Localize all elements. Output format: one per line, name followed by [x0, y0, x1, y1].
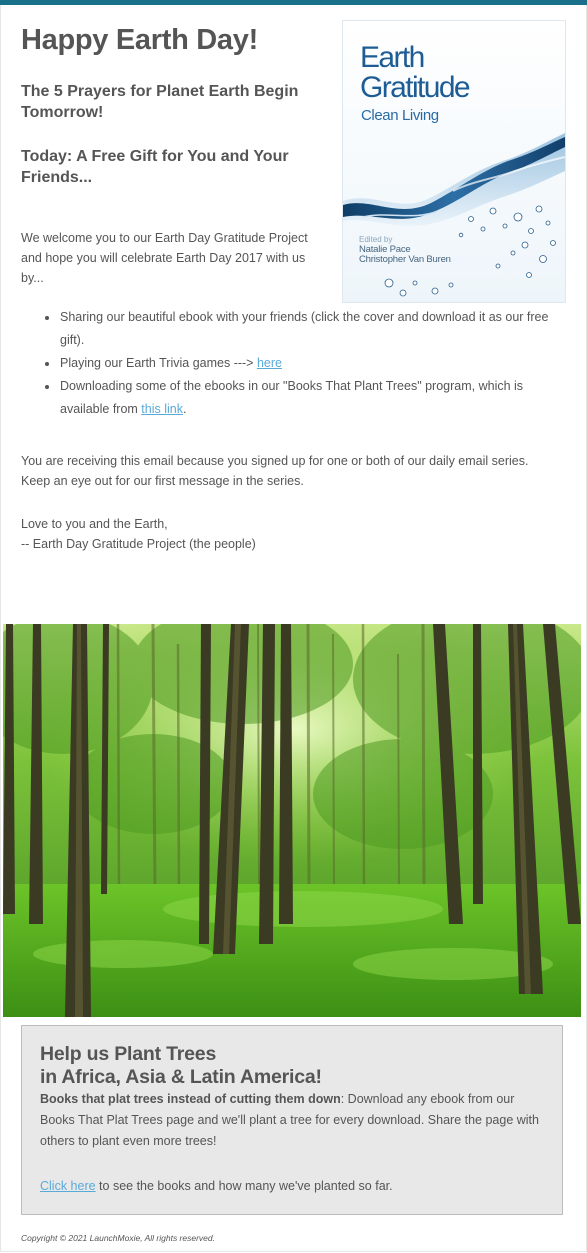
- signature-line-2: -- Earth Day Gratitude Project (the peop…: [21, 537, 256, 551]
- cover-edited-by: Edited by: [359, 235, 393, 244]
- list-item: Playing our Earth Trivia games ---> here: [59, 352, 561, 375]
- list-item-text: Downloading some of the ebooks in our "B…: [60, 379, 524, 416]
- action-list: Sharing our beautiful ebook with your fr…: [21, 306, 561, 421]
- list-item-text: Playing our Earth Trivia games --->: [60, 356, 257, 370]
- list-item-text: Sharing our beautiful ebook with your fr…: [60, 310, 549, 347]
- cover-author-2: Christopher Van Buren: [359, 254, 451, 265]
- list-item: Downloading some of the ebooks in our "B…: [59, 375, 561, 421]
- plant-trees-heading: Help us Plant Trees in Africa, Asia & La…: [40, 1043, 322, 1089]
- plant-trees-cta: Click here to see the books and how many…: [40, 1176, 552, 1196]
- cover-title-line-1: Earth: [360, 41, 425, 74]
- plant-trees-lead: Books that plat trees instead of cutting…: [40, 1092, 341, 1106]
- trivia-link[interactable]: here: [257, 356, 282, 370]
- signature-line-1: Love to you and the Earth,: [21, 517, 168, 531]
- forest-image: [3, 624, 581, 1017]
- email-subtitle-gift: Today: A Free Gift for You and Your Frie…: [21, 148, 289, 186]
- cover-title-line-2: Gratitude: [360, 71, 471, 104]
- list-item: Sharing our beautiful ebook with your fr…: [59, 306, 561, 352]
- signature: Love to you and the Earth, -- Earth Day …: [21, 514, 561, 554]
- copyright-notice: Copyright © 2021 LaunchMoxie, All rights…: [21, 1233, 215, 1243]
- cover-subtitle: Clean Living: [361, 107, 439, 124]
- email-title: Happy Earth Day!: [21, 24, 258, 56]
- books-program-link[interactable]: this link: [141, 402, 183, 416]
- subscription-notice: You are receiving this email because you…: [21, 454, 529, 488]
- plant-trees-body: Books that plat trees instead of cutting…: [40, 1089, 552, 1152]
- plant-trees-heading-line-1: Help us Plant Trees: [40, 1043, 217, 1065]
- plant-trees-heading-line-2: in Africa, Asia & Latin America!: [40, 1066, 322, 1088]
- list-item-text-end: .: [182, 402, 187, 416]
- cta-text: to see the books and how many we've plan…: [95, 1179, 393, 1193]
- plant-trees-box: Help us Plant Trees in Africa, Asia & La…: [21, 1025, 563, 1215]
- ebook-cover[interactable]: Earth Gratitude Clean Living Edited by N…: [342, 20, 566, 303]
- intro-paragraph: We welcome you to our Earth Day Gratitud…: [21, 231, 308, 285]
- click-here-link[interactable]: Click here: [40, 1179, 96, 1193]
- email-subtitle-prayers: The 5 Prayers for Planet Earth Begin Tom…: [21, 83, 299, 121]
